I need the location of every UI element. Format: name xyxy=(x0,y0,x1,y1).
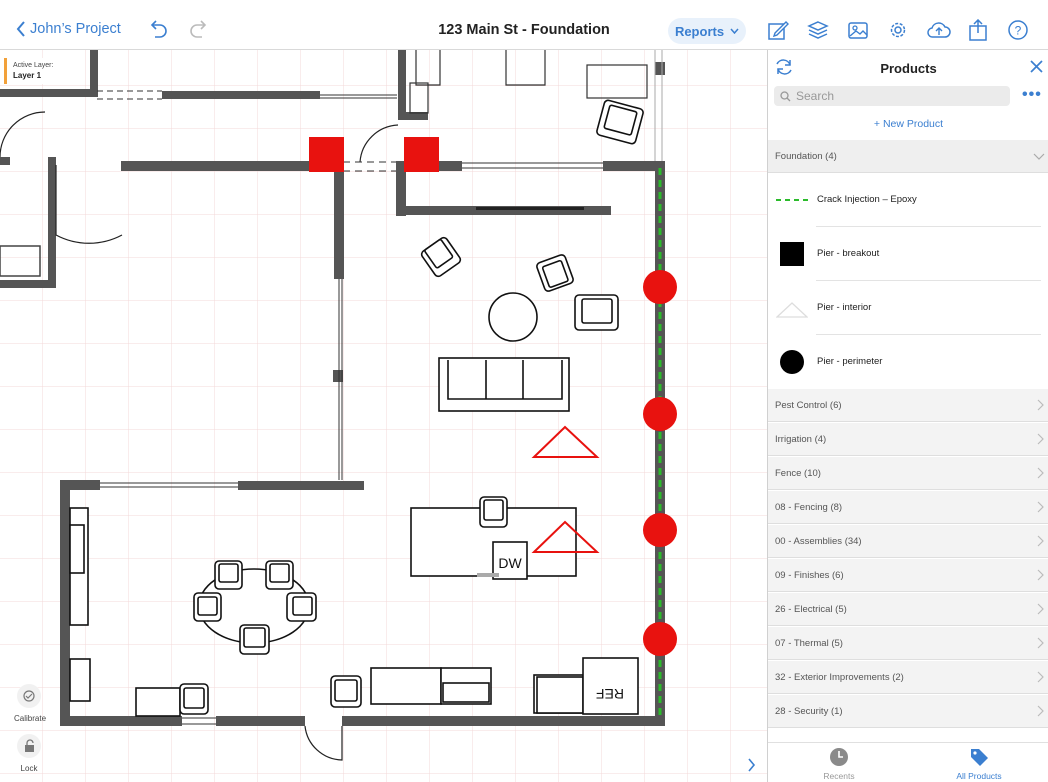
panel-header: Products xyxy=(768,50,1048,84)
collapse-panel-button[interactable] xyxy=(748,758,764,776)
chevron-left-icon xyxy=(16,21,25,37)
chevron-right-icon xyxy=(1037,399,1044,411)
category-label: 26 - Electrical (5) xyxy=(775,603,847,615)
category-label: Fence (10) xyxy=(775,467,821,479)
category-row[interactable]: Fence (10) xyxy=(768,457,1048,490)
product-label: Pier - perimeter xyxy=(817,356,883,367)
active-layer-caption: Active Layer: xyxy=(13,62,54,69)
chevron-right-icon xyxy=(1037,637,1044,649)
tab-label: All Products xyxy=(956,771,1002,781)
close-icon[interactable] xyxy=(1030,60,1043,73)
category-label: 28 - Security (1) xyxy=(775,705,843,717)
chevron-right-icon xyxy=(1037,671,1044,683)
tab-label: Recents xyxy=(823,771,855,781)
cloud-upload-icon[interactable] xyxy=(926,19,952,41)
chevron-right-icon xyxy=(1037,569,1044,581)
calibrate-button[interactable]: Calibrate xyxy=(14,684,47,723)
product-item-crack-injection[interactable]: Crack Injection – Epoxy xyxy=(768,173,1048,227)
calibrate-icon xyxy=(23,690,35,702)
category-label: Foundation (4) xyxy=(775,150,837,162)
category-label: 07 - Thermal (5) xyxy=(775,637,843,649)
chevron-right-icon xyxy=(1037,705,1044,717)
tab-recents[interactable]: Recents xyxy=(794,747,884,781)
tag-icon xyxy=(971,749,988,766)
category-label: 08 - Fencing (8) xyxy=(775,501,843,513)
share-icon[interactable] xyxy=(967,19,989,41)
chevron-right-icon xyxy=(1037,433,1044,445)
new-product-button[interactable]: + New Product xyxy=(768,118,1048,130)
green-dashed-line-icon xyxy=(776,199,808,201)
active-layer-name: Layer 1 xyxy=(13,71,42,80)
category-row[interactable]: 09 - Finishes (6) xyxy=(768,559,1048,592)
active-layer-indicator[interactable]: Active Layer: Layer 1 xyxy=(4,58,62,84)
reports-label: Reports xyxy=(674,23,725,39)
chevron-down-icon xyxy=(1033,153,1045,160)
panel-title: Products xyxy=(880,61,937,76)
layers-icon[interactable] xyxy=(807,19,829,41)
lock-icon xyxy=(25,739,34,752)
search-icon xyxy=(780,90,791,101)
gear-icon[interactable] xyxy=(887,19,909,41)
chevron-right-icon xyxy=(1037,467,1044,479)
dishwasher-label: DW xyxy=(498,555,522,571)
chevron-right-icon xyxy=(1037,603,1044,615)
product-label: Crack Injection – Epoxy xyxy=(817,194,917,205)
category-label: 00 - Assemblies (34) xyxy=(775,535,862,547)
category-row[interactable]: Irrigation (4) xyxy=(768,423,1048,456)
outline-triangle-icon xyxy=(776,302,808,318)
image-icon[interactable] xyxy=(847,19,869,41)
category-label: 32 - Exterior Improvements (2) xyxy=(775,671,904,683)
chevron-right-icon xyxy=(1037,501,1044,513)
help-icon[interactable]: ? xyxy=(1007,19,1029,41)
product-label: Pier - breakout xyxy=(817,248,880,259)
product-label: Pier - interior xyxy=(817,302,872,313)
calibrate-label: Calibrate xyxy=(14,714,47,723)
reports-dropdown[interactable]: Reports xyxy=(668,18,746,44)
floor-plan-canvas[interactable]: DW REF Active Layer: Layer 1 Calibrate L… xyxy=(0,50,767,782)
clock-icon xyxy=(830,748,848,766)
panel-tab-bar: Recents All Products xyxy=(768,742,1048,782)
category-foundation[interactable]: Foundation (4) xyxy=(768,140,1048,173)
category-row[interactable]: 28 - Security (1) xyxy=(768,695,1048,728)
category-row[interactable]: 32 - Exterior Improvements (2) xyxy=(768,661,1048,694)
black-square-icon xyxy=(780,242,804,266)
category-label: Irrigation (4) xyxy=(775,433,827,445)
category-row[interactable]: 26 - Electrical (5) xyxy=(768,593,1048,626)
search-input[interactable]: Search xyxy=(774,86,1010,106)
category-row[interactable]: 08 - Fencing (8) xyxy=(768,491,1048,524)
product-item-pier-interior[interactable]: Pier - interior xyxy=(768,281,1048,335)
product-item-pier-breakout[interactable]: Pier - breakout xyxy=(768,227,1048,281)
products-panel: Products Search ••• + New Product Founda… xyxy=(767,50,1048,782)
top-toolbar: John’s Project 123 Main St - Foundation … xyxy=(0,0,1048,50)
back-button[interactable]: John’s Project xyxy=(16,21,121,37)
more-options-icon[interactable]: ••• xyxy=(1022,86,1042,104)
chevron-right-icon xyxy=(1037,535,1044,547)
floor-plan-drawing: DW REF xyxy=(0,50,767,782)
category-label: 09 - Finishes (6) xyxy=(775,569,844,581)
back-button-label: John’s Project xyxy=(30,21,121,37)
tab-all-products[interactable]: All Products xyxy=(934,747,1024,781)
lock-button[interactable]: Lock xyxy=(14,734,44,773)
undo-icon[interactable] xyxy=(147,19,169,41)
category-row[interactable]: 07 - Thermal (5) xyxy=(768,627,1048,660)
search-placeholder: Search xyxy=(796,89,835,103)
lock-label: Lock xyxy=(20,764,38,773)
black-circle-icon xyxy=(780,350,804,374)
redo-icon[interactable] xyxy=(188,19,210,41)
product-item-pier-perimeter[interactable]: Pier - perimeter xyxy=(768,335,1048,389)
chevron-right-icon xyxy=(748,758,756,772)
category-label: Pest Control (6) xyxy=(775,399,842,411)
category-row[interactable]: Pest Control (6) xyxy=(768,389,1048,422)
category-row[interactable]: 00 - Assemblies (34) xyxy=(768,525,1048,558)
edit-icon[interactable] xyxy=(767,19,789,41)
fridge-label: REF xyxy=(596,686,624,702)
chevron-down-icon xyxy=(730,28,739,34)
svg-text:?: ? xyxy=(1015,24,1022,38)
